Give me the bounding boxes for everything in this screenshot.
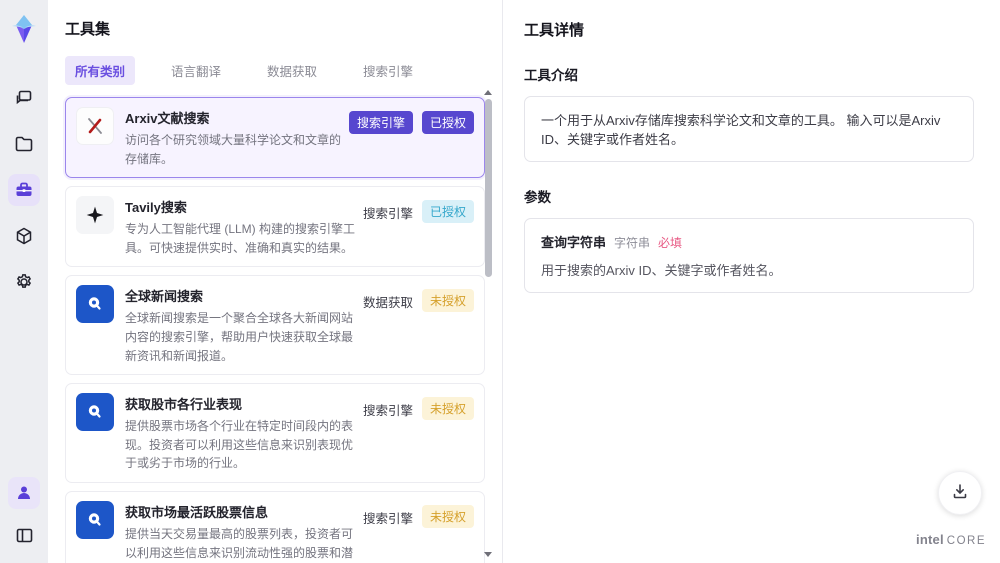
intro-text: 一个用于从Arxiv存储库搜索科学论文和文章的工具。 输入可以是Arxiv ID…: [541, 113, 941, 147]
news-search-logo-icon: [76, 285, 114, 324]
tool-row-global-news[interactable]: 全球新闻搜索 全球新闻搜索是一个聚合全球各大新闻网站内容的搜索引擎，帮助用户快速…: [65, 275, 485, 376]
left-rail: [0, 0, 48, 563]
arxiv-logo-icon: [76, 107, 114, 145]
stock-search-logo-icon: [76, 500, 114, 539]
intro-card: 一个用于从Arxiv存储库搜索科学论文和文章的工具。 输入可以是Arxiv ID…: [524, 96, 974, 162]
intel-core-logo: intel core: [916, 532, 986, 547]
category-label: 搜索引擎: [362, 207, 413, 222]
tool-name: Arxiv文献搜索: [125, 111, 210, 126]
sidebar-item-panel-toggle[interactable]: [8, 519, 40, 551]
cube-icon: [14, 226, 34, 246]
tool-name: 获取股市各行业表现: [125, 397, 243, 413]
folder-icon: [14, 134, 34, 154]
app-logo-icon[interactable]: [7, 12, 41, 46]
tool-name: 获取市场最活跃股票信息: [125, 504, 269, 520]
tab-search-engine[interactable]: 搜索引擎: [353, 56, 423, 85]
param-name: 查询字符串: [541, 235, 607, 250]
category-label: 数据获取: [362, 296, 413, 311]
toolbox-icon: [14, 180, 34, 200]
intel-logo-text: intel: [916, 532, 944, 547]
category-label: 搜索引擎: [362, 511, 413, 526]
param-type: 字符串: [614, 236, 651, 250]
tab-language-translation[interactable]: 语言翻译: [161, 56, 231, 85]
sidebar-item-toolbox[interactable]: [8, 174, 40, 206]
category-badge: 搜索引擎: [348, 111, 413, 134]
tool-list: Arxiv文献搜索 访问各个研究领域大量科学论文和文章的存储库。 搜索引擎 已授…: [65, 97, 485, 563]
tab-all-categories[interactable]: 所有类别: [65, 56, 136, 85]
list-scrollbar[interactable]: [483, 88, 493, 563]
tool-name: 全球新闻搜索: [125, 289, 204, 305]
params-heading: 参数: [524, 190, 551, 205]
app-window: 工具集 所有类别 语言翻译 数据获取 搜索引擎 Arxiv文献搜索 访问各个研究…: [0, 0, 1000, 563]
tool-list-panel: 工具集 所有类别 语言翻译 数据获取 搜索引擎 Arxiv文献搜索 访问各个研究…: [48, 0, 502, 563]
scroll-up-arrow[interactable]: [484, 90, 492, 95]
intro-heading: 工具介绍: [524, 68, 578, 83]
chat-icon: [14, 88, 34, 108]
tool-row-active-stocks[interactable]: 获取市场最活跃股票信息 提供当天交易量最高的股票列表，投资者可以利用这些信息来识…: [65, 490, 485, 563]
page-title: 工具集: [65, 21, 111, 38]
core-logo-text: core: [946, 535, 986, 547]
sidebar-item-chat[interactable]: [8, 82, 40, 114]
sidebar-item-cube[interactable]: [8, 220, 40, 252]
tool-row-stock-sectors[interactable]: 获取股市各行业表现 提供股票市场各个行业在特定时间段内的表现。投资者可以利用这些…: [65, 383, 485, 483]
gear-icon: [14, 272, 34, 292]
auth-badge: 未授权: [421, 289, 474, 313]
category-tabs: 所有类别 语言翻译 数据获取 搜索引擎: [65, 56, 502, 85]
sidebar-item-user[interactable]: [8, 477, 40, 509]
sidebar-item-folder[interactable]: [8, 128, 40, 160]
user-icon: [15, 484, 33, 502]
tool-row-arxiv[interactable]: Arxiv文献搜索 访问各个研究领域大量科学论文和文章的存储库。 搜索引擎 已授…: [65, 97, 485, 179]
param-card: 查询字符串 字符串 必填 用于搜索的Arxiv ID、关键字或作者姓名。: [524, 218, 974, 293]
auth-badge: 已授权: [421, 200, 474, 224]
detail-title: 工具详情: [524, 22, 585, 39]
tool-desc: 访问各个研究领域大量科学论文和文章的存储库。: [125, 133, 342, 166]
panel-layout-icon: [15, 526, 34, 545]
auth-badge: 未授权: [421, 504, 474, 528]
tool-desc: 全球新闻搜索是一个聚合全球各大新闻网站内容的搜索引擎，帮助用户快速获取全球最新资…: [125, 311, 354, 363]
tool-desc: 专为人工智能代理 (LLM) 构建的搜索引擎工具。可快速提供实时、准确和真实的结…: [125, 222, 356, 255]
scrollbar-thumb[interactable]: [484, 99, 492, 277]
param-desc: 用于搜索的Arxiv ID、关键字或作者姓名。: [541, 263, 782, 278]
param-required-flag: 必填: [658, 236, 683, 250]
category-label: 搜索引擎: [362, 404, 413, 419]
tool-name: Tavily搜索: [125, 200, 187, 216]
sidebar-item-settings[interactable]: [8, 266, 40, 298]
tool-desc: 提供股票市场各个行业在特定时间段内的表现。投资者可以利用这些信息来识别表现优于或…: [125, 419, 354, 471]
download-button[interactable]: [938, 471, 982, 515]
tool-desc: 提供当天交易量最高的股票列表，投资者可以利用这些信息来识别流动性强的股票和潜在的…: [125, 526, 354, 560]
auth-badge: 已授权: [421, 111, 474, 134]
tool-detail-panel: 工具详情 工具介绍 一个用于从Arxiv存储库搜索科学论文和文章的工具。 输入可…: [502, 0, 1000, 563]
tab-data-fetch[interactable]: 数据获取: [257, 56, 327, 85]
tool-row-tavily[interactable]: Tavily搜索 专为人工智能代理 (LLM) 构建的搜索引擎工具。可快速提供实…: [65, 186, 485, 268]
auth-badge: 未授权: [421, 397, 474, 421]
tavily-logo-icon: [76, 196, 114, 235]
download-icon: [951, 482, 969, 505]
scroll-down-arrow[interactable]: [484, 552, 492, 557]
stock-search-logo-icon: [76, 393, 114, 432]
